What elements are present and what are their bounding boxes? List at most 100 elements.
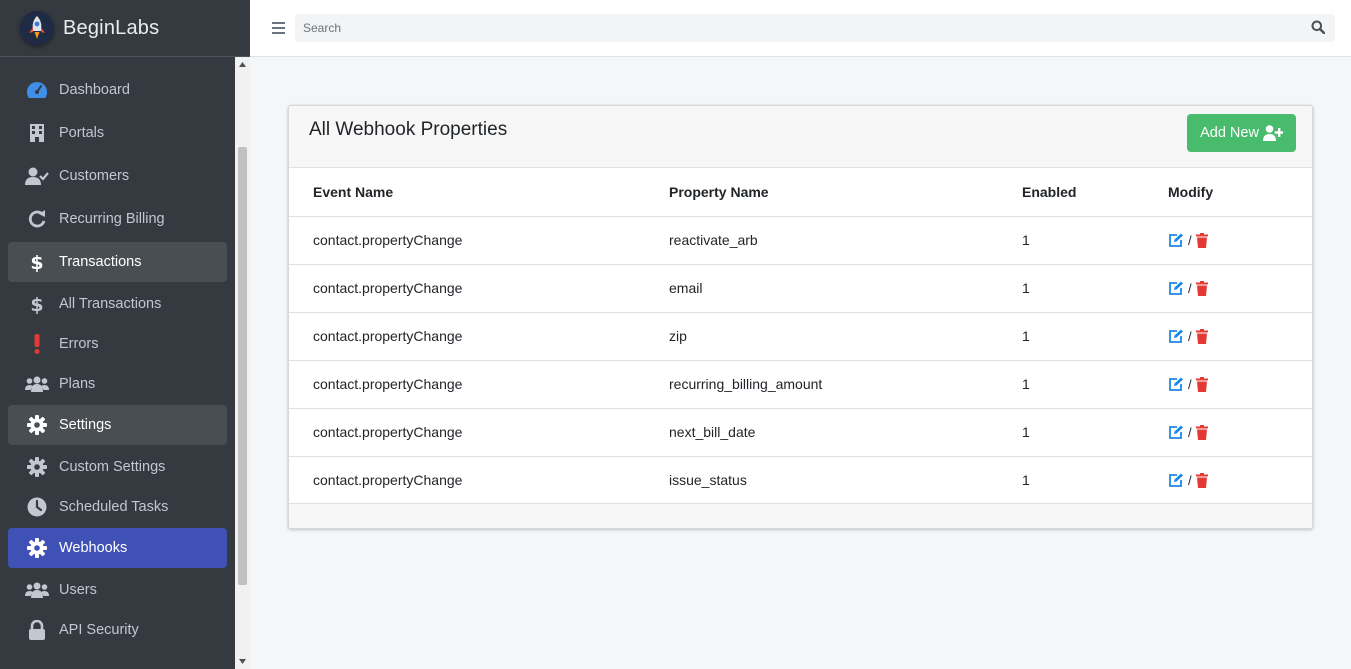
sidebar-item-api-security[interactable]: API Security xyxy=(8,611,227,648)
modify-actions: / xyxy=(1168,328,1312,344)
scroll-up-arrow-icon[interactable] xyxy=(235,57,250,72)
edit-icon[interactable] xyxy=(1168,377,1184,392)
trash-icon[interactable] xyxy=(1195,472,1208,488)
property-name-cell: reactivate_arb xyxy=(669,216,1022,265)
svg-text:$: $ xyxy=(31,252,43,272)
search-icon[interactable] xyxy=(1311,20,1327,36)
sidebar-item-label: Dashboard xyxy=(59,82,130,98)
modify-actions: / xyxy=(1168,280,1312,296)
table-row: contact.propertyChange email 1 / xyxy=(289,264,1312,313)
sidebar-item-webhooks[interactable]: Webhooks xyxy=(8,528,227,568)
sidebar-item-label: Transactions xyxy=(59,254,142,270)
property-name-cell: zip xyxy=(669,312,1022,361)
sidebar-item-scheduled-tasks[interactable]: Scheduled Tasks xyxy=(8,488,227,525)
sidebar: BeginLabs Dashboard Portals Customers Re… xyxy=(0,0,250,669)
edit-icon[interactable] xyxy=(1168,425,1184,440)
gear-icon xyxy=(24,415,50,435)
tachometer-icon xyxy=(24,81,50,99)
sidebar-item-errors[interactable]: Errors xyxy=(8,325,227,362)
search-bar xyxy=(295,14,1335,42)
property-name-cell: issue_status xyxy=(669,456,1022,505)
sidebar-item-users[interactable]: Users xyxy=(8,571,227,608)
enabled-cell: 1 xyxy=(1022,360,1168,409)
modify-actions: / xyxy=(1168,376,1312,392)
enabled-cell: 1 xyxy=(1022,456,1168,505)
property-name-cell: email xyxy=(669,264,1022,313)
sidebar-item-label: Custom Settings xyxy=(59,458,166,475)
sidebar-item-label: Portals xyxy=(59,125,105,141)
card-header: All Webhook Properties Add New xyxy=(289,106,1312,168)
brand[interactable]: BeginLabs xyxy=(0,0,250,57)
action-separator: / xyxy=(1188,424,1192,440)
sidebar-nav: Dashboard Portals Customers Recurring Bi… xyxy=(0,57,235,669)
column-header-event-name[interactable]: Event Name xyxy=(289,168,669,217)
column-header-enabled[interactable]: Enabled xyxy=(1022,168,1168,217)
property-name-cell: next_bill_date xyxy=(669,408,1022,457)
dollar-icon: $ xyxy=(24,252,50,272)
scroll-down-arrow-icon[interactable] xyxy=(235,654,250,669)
users-icon xyxy=(24,376,50,392)
users-icon xyxy=(24,582,50,598)
table-row: contact.propertyChange recurring_billing… xyxy=(289,360,1312,409)
sidebar-item-plans[interactable]: Plans xyxy=(8,365,227,402)
add-new-button[interactable]: Add New xyxy=(1187,114,1296,152)
sidebar-item-label: Recurring Billing xyxy=(59,211,165,227)
column-header-property-name[interactable]: Property Name xyxy=(669,168,1022,217)
top-navbar xyxy=(250,0,1351,57)
event-name-cell: contact.propertyChange xyxy=(289,408,669,457)
building-icon xyxy=(24,124,50,142)
sidebar-item-portals[interactable]: Portals xyxy=(8,113,227,153)
rocket-logo-icon xyxy=(20,11,54,45)
sidebar-item-transactions[interactable]: $ Transactions xyxy=(8,242,227,282)
lock-icon xyxy=(24,619,50,640)
user-plus-icon xyxy=(1262,125,1283,141)
edit-icon[interactable] xyxy=(1168,329,1184,344)
table-row: contact.propertyChange next_bill_date 1 … xyxy=(289,408,1312,457)
sidebar-item-label: Settings xyxy=(59,417,112,433)
trash-icon[interactable] xyxy=(1195,280,1208,296)
webhook-properties-card: All Webhook Properties Add New Event Nam… xyxy=(288,105,1313,529)
svg-text:$: $ xyxy=(31,294,43,314)
enabled-cell: 1 xyxy=(1022,408,1168,457)
column-header-modify[interactable]: Modify xyxy=(1168,168,1312,217)
sidebar-item-label: Plans xyxy=(59,375,96,392)
trash-icon[interactable] xyxy=(1195,328,1208,344)
card-footer xyxy=(289,503,1312,528)
sidebar-item-label: Users xyxy=(59,581,97,598)
clock-icon xyxy=(24,497,50,517)
trash-icon[interactable] xyxy=(1195,424,1208,440)
add-new-label: Add New xyxy=(1200,125,1259,141)
edit-icon[interactable] xyxy=(1168,281,1184,296)
edit-icon[interactable] xyxy=(1168,233,1184,248)
dollar-icon: $ xyxy=(24,294,50,314)
search-input[interactable] xyxy=(295,14,1295,42)
redo-icon xyxy=(24,209,50,229)
sidebar-item-dashboard[interactable]: Dashboard xyxy=(8,70,227,110)
event-name-cell: contact.propertyChange xyxy=(289,312,669,361)
sidebar-item-all-transactions[interactable]: $ All Transactions xyxy=(8,285,227,322)
scrollbar-thumb[interactable] xyxy=(238,147,247,585)
menu-toggle-icon[interactable] xyxy=(272,18,288,38)
action-separator: / xyxy=(1188,376,1192,392)
event-name-cell: contact.propertyChange xyxy=(289,264,669,313)
property-name-cell: recurring_billing_amount xyxy=(669,360,1022,409)
event-name-cell: contact.propertyChange xyxy=(289,456,669,505)
sidebar-item-recurring-billing[interactable]: Recurring Billing xyxy=(8,199,227,239)
table-header-row: Event Name Property Name Enabled Modify xyxy=(289,168,1312,217)
sidebar-item-label: Webhooks xyxy=(59,540,128,556)
trash-icon[interactable] xyxy=(1195,232,1208,248)
sidebar-scrollbar[interactable] xyxy=(235,57,250,669)
trash-icon[interactable] xyxy=(1195,376,1208,392)
brand-name: BeginLabs xyxy=(63,16,160,39)
exclamation-icon xyxy=(24,333,50,354)
gear-icon xyxy=(24,538,50,558)
table-row: contact.propertyChange zip 1 / xyxy=(289,312,1312,361)
sidebar-item-settings[interactable]: Settings xyxy=(8,405,227,445)
event-name-cell: contact.propertyChange xyxy=(289,360,669,409)
sidebar-item-custom-settings[interactable]: Custom Settings xyxy=(8,448,227,485)
sidebar-item-label: Customers xyxy=(59,168,130,184)
sidebar-item-label: Scheduled Tasks xyxy=(59,498,169,515)
user-check-icon xyxy=(24,167,50,185)
edit-icon[interactable] xyxy=(1168,473,1184,488)
sidebar-item-customers[interactable]: Customers xyxy=(8,156,227,196)
